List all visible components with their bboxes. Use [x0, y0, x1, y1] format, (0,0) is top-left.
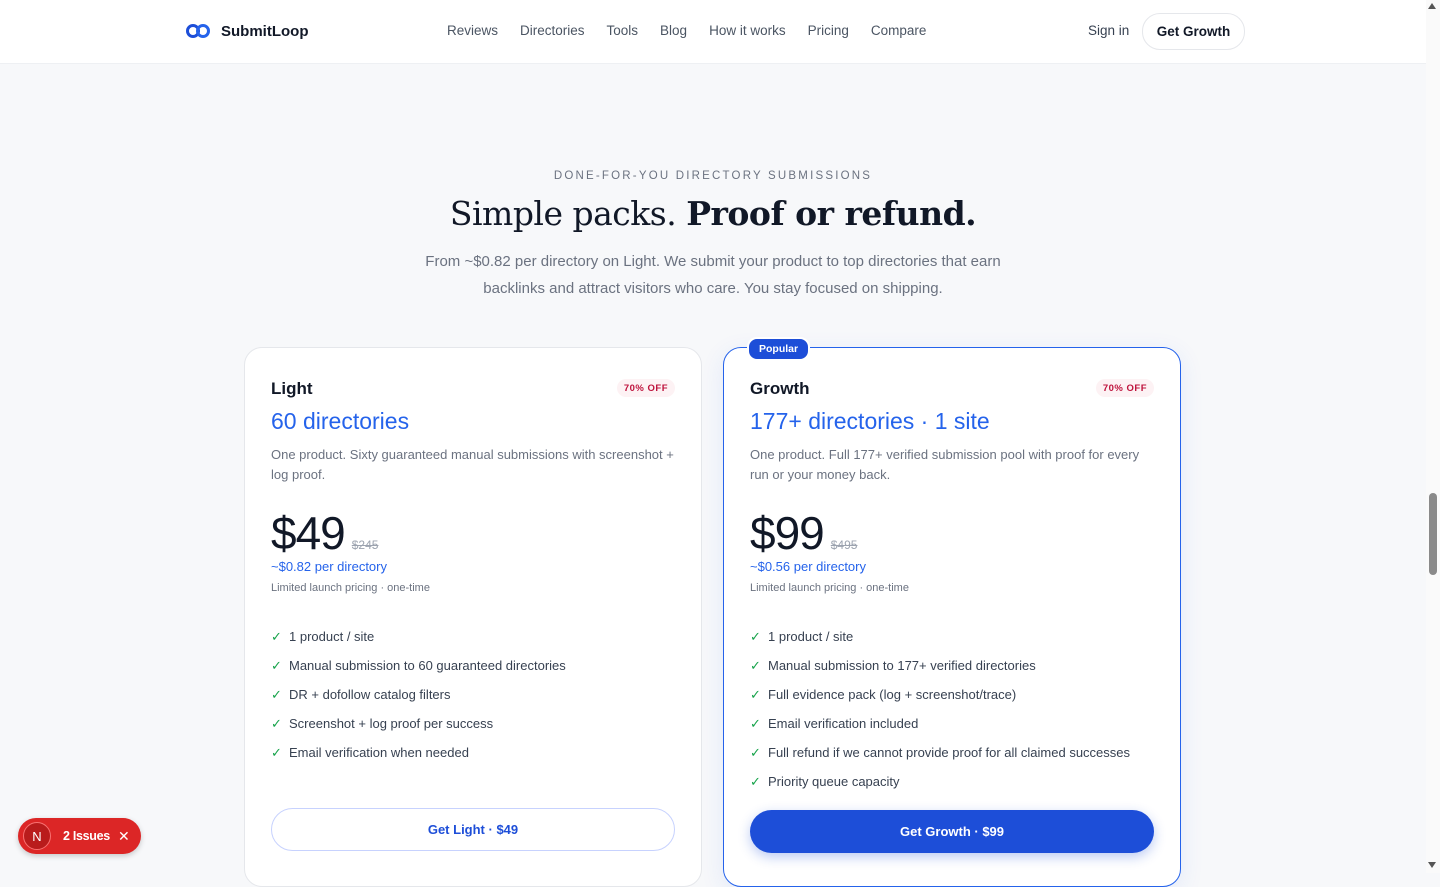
hero-title: Simple packs. Proof or refund. [0, 194, 1426, 233]
discount-badge: 70% OFF [1095, 379, 1154, 397]
plan-description: One product. Sixty guaranteed manual sub… [271, 447, 674, 482]
feature-item: ✓ Manual submission to 177+ verified dire… [750, 657, 1036, 674]
issues-count: 2 Issues [63, 829, 110, 843]
price-row: $99 $495 [750, 506, 857, 560]
brand-name: SubmitLoop [221, 22, 309, 40]
issues-avatar: N [23, 822, 51, 850]
feature-item: ✓ Screenshot + log proof per success [271, 715, 494, 732]
nav-tools[interactable]: Tools [607, 23, 639, 38]
check-icon: ✓ [750, 773, 761, 789]
feature-item: ✓ Email verification included [750, 715, 919, 732]
check-icon: ✓ [750, 715, 761, 731]
check-icon: ✓ [750, 686, 761, 702]
check-icon: ✓ [271, 744, 282, 760]
nav-blog[interactable]: Blog [660, 23, 687, 38]
discount-badge: 70% OFF [616, 379, 675, 397]
scroll-down-arrow-icon[interactable] [1428, 862, 1436, 868]
page-scrollbar[interactable] [1426, 0, 1440, 873]
plan-card-growth: Popular Growth 70% OFF 177+ directories … [723, 337, 1181, 887]
feature-item: ✓ Full refund if we cannot provide proof … [750, 744, 1131, 761]
feature-item: ✓ 1 product / site [271, 628, 375, 645]
get-growth-button[interactable]: Get Growth · $99 [750, 810, 1154, 853]
get-light-button[interactable]: Get Light · $49 [271, 808, 675, 851]
get-growth-header-button[interactable]: Get Growth [1142, 13, 1245, 50]
plan-description: One product. Full 177+ verified submissi… [750, 447, 1140, 482]
hero-title-bold: Proof or refund. [686, 194, 977, 233]
price-per-directory: ~$0.82 per directory [271, 559, 387, 574]
plan-name: Light [271, 379, 313, 398]
sign-in-link[interactable]: Sign in [1088, 23, 1129, 38]
check-icon: ✓ [750, 657, 761, 673]
check-icon: ✓ [750, 744, 761, 760]
plan-name: Growth [750, 379, 810, 398]
pricing-note: Limited launch pricing · one-time [271, 582, 430, 594]
issues-indicator[interactable]: N 2 Issues ✕ [18, 818, 141, 854]
hero-subtitle: From ~$0.82 per directory on Light. We s… [425, 253, 1001, 297]
price-row: $49 $245 [271, 506, 378, 560]
nav-compare[interactable]: Compare [871, 23, 927, 38]
top-nav-bar: SubmitLoop Reviews Directories Tools Blo… [0, 0, 1426, 64]
scroll-up-arrow-icon[interactable] [1428, 3, 1436, 9]
old-price: $495 [830, 538, 858, 552]
feature-item: ✓ Full evidence pack (log + screenshot/tr… [750, 686, 1017, 703]
feature-item: ✓ Manual submission to 60 guaranteed dire… [271, 657, 566, 674]
popular-badge: Popular [747, 337, 811, 361]
directory-count: 60 directories [271, 408, 410, 434]
close-icon[interactable]: ✕ [118, 828, 130, 845]
brand-logo[interactable]: SubmitLoop [185, 20, 308, 42]
check-icon: ✓ [271, 657, 282, 673]
nav-reviews[interactable]: Reviews [447, 23, 498, 38]
nav-how-it-works[interactable]: How it works [709, 23, 786, 38]
hero-eyebrow: DONE-FOR-YOU DIRECTORY SUBMISSIONS [553, 170, 873, 182]
price: $99 [750, 507, 825, 559]
hero-title-regular: Simple packs. [449, 194, 677, 233]
infinity-loop-icon [186, 24, 210, 38]
nav-pricing[interactable]: Pricing [808, 23, 849, 38]
directory-count: 177+ directories · 1 site [750, 408, 990, 434]
check-icon: ✓ [271, 686, 282, 702]
feature-list: ✓ 1 product / site ✓ Manual submission to … [271, 622, 566, 767]
price-per-directory: ~$0.56 per directory [750, 559, 866, 574]
check-icon: ✓ [750, 628, 761, 644]
price: $49 [271, 507, 346, 559]
plan-card-light: Light 70% OFF 60 directories One product… [244, 347, 702, 887]
check-icon: ✓ [271, 715, 282, 731]
old-price: $245 [351, 538, 379, 552]
feature-item: ✓ Email verification when needed [271, 744, 469, 761]
feature-item: ✓ 1 product / site [750, 628, 854, 645]
pricing-note: Limited launch pricing · one-time [750, 582, 909, 594]
main-nav: Reviews Directories Tools Blog How it wo… [447, 23, 948, 38]
scrollbar-thumb[interactable] [1429, 493, 1437, 575]
check-icon: ✓ [271, 628, 282, 644]
nav-directories[interactable]: Directories [520, 23, 585, 38]
feature-list: ✓ 1 product / site ✓ Manual submission to … [750, 622, 1130, 796]
feature-item: ✓ DR + dofollow catalog filters [271, 686, 451, 703]
feature-item: ✓ Priority queue capacity [750, 773, 900, 790]
